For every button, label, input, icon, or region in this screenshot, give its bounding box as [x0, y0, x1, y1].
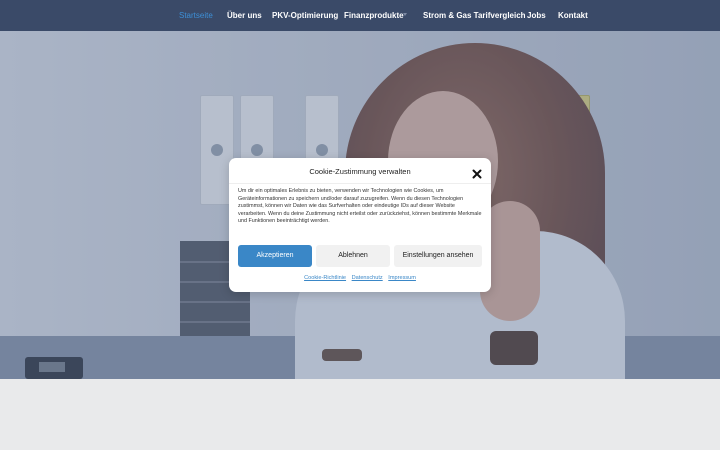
top-navigation: Startseite Über uns PKV-Optimierung Fina… [0, 0, 720, 31]
nav-item-startseite[interactable]: Startseite [179, 0, 213, 31]
decline-button[interactable]: Ablehnen [316, 245, 390, 267]
close-icon[interactable] [472, 166, 482, 179]
nav-item-ueber-uns[interactable]: Über uns [227, 0, 262, 31]
page-content-area [0, 379, 720, 450]
view-settings-button[interactable]: Einstellungen ansehen [394, 245, 482, 267]
dialog-divider [229, 183, 491, 184]
nav-item-finanzprodukte[interactable]: Finanzprodukte [344, 0, 404, 31]
privacy-link[interactable]: Datenschutz [352, 275, 383, 281]
consent-text: Um dir ein optimales Erlebnis zu bieten,… [238, 188, 482, 225]
cookie-policy-link[interactable]: Cookie-Richtlinie [304, 275, 346, 281]
imprint-link[interactable]: Impressum [388, 275, 416, 281]
nav-item-jobs[interactable]: Jobs [527, 0, 546, 31]
accept-button[interactable]: Akzeptieren [238, 245, 312, 267]
dialog-title: Cookie-Zustimmung verwalten [309, 167, 411, 176]
chevron-down-icon [403, 13, 407, 16]
nav-item-strom-gas[interactable]: Strom & Gas Tarifvergleich [423, 0, 526, 31]
nav-item-pkv-optimierung[interactable]: PKV-Optimierung [272, 0, 338, 31]
policy-links: Cookie-Richtlinie Datenschutz Impressum [229, 275, 491, 281]
cookie-consent-dialog: Cookie-Zustimmung verwalten Um dir ein o… [229, 158, 491, 292]
nav-item-kontakt[interactable]: Kontakt [558, 0, 588, 31]
